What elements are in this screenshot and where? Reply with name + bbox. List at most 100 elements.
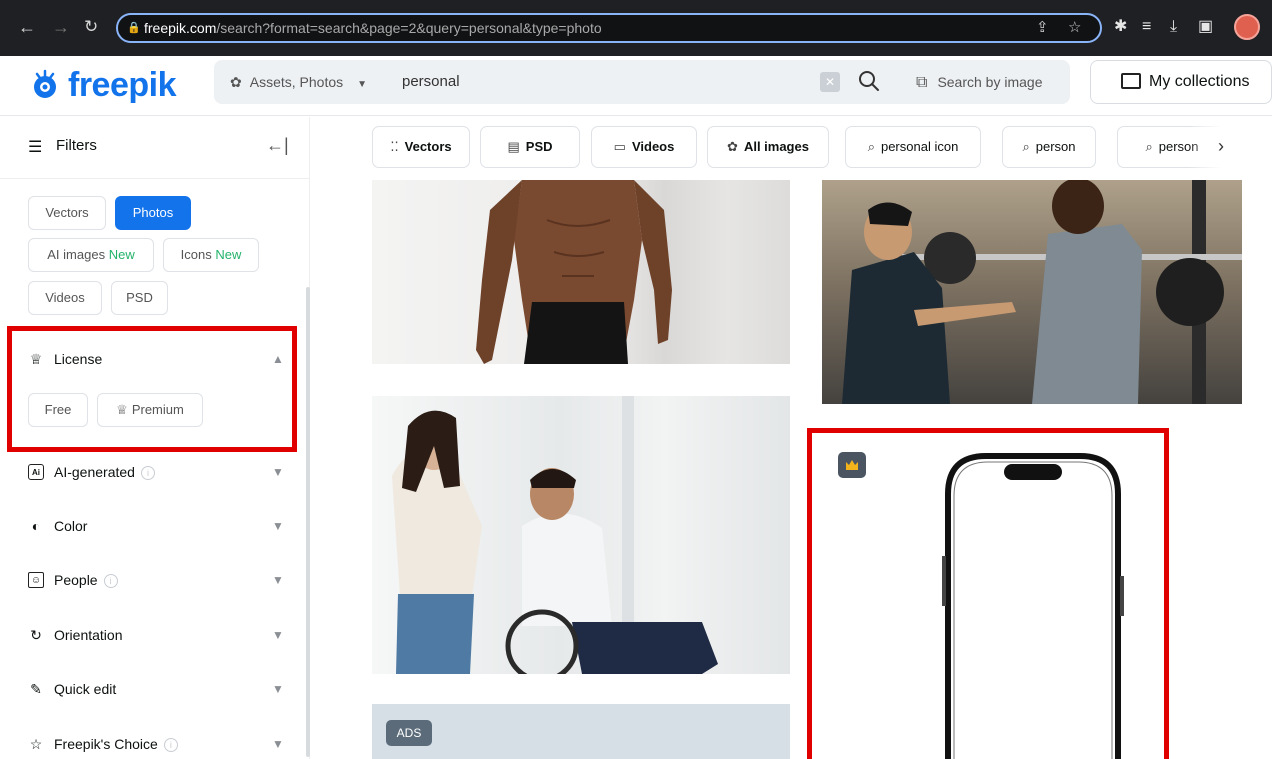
chevron-right-icon[interactable]: › (1218, 136, 1224, 157)
ai-generated-section[interactable]: Ai AI-generated i ▼ (28, 457, 288, 487)
ads-badge: ADS (386, 720, 432, 746)
phone-highlight-box (807, 428, 1169, 759)
freepik-logo[interactable]: freepik (28, 62, 177, 108)
chip-icons[interactable]: Icons New (163, 238, 259, 272)
search-icon[interactable] (856, 68, 882, 94)
search-by-image-button[interactable]: ⧉ Search by image (916, 60, 1043, 104)
my-collections-button[interactable]: My collections (1090, 60, 1272, 104)
sidebar-scrollbar[interactable] (306, 287, 310, 757)
orientation-label: Orientation (54, 627, 123, 643)
result-photo-wheelchair[interactable] (372, 396, 790, 674)
image-search-icon: ⧉ (916, 74, 928, 91)
my-collections-label: My collections (1149, 73, 1250, 90)
quick-edit-label: Quick edit (54, 681, 117, 697)
people-icon: ☺ (28, 572, 44, 588)
clear-search-icon[interactable]: ✕ (820, 72, 840, 92)
orientation-section[interactable]: ↻ Orientation ▼ (28, 620, 288, 650)
search-by-image-label: Search by image (937, 74, 1043, 90)
chip-psd[interactable]: PSD (111, 281, 168, 315)
palette-icon: ◐ (31, 518, 41, 534)
people-section[interactable]: ☺ People i ▼ (28, 565, 288, 595)
chevron-down-icon: ▼ (272, 465, 284, 479)
psd-icon: ▤ (507, 139, 520, 154)
ad-placeholder[interactable] (372, 704, 790, 759)
tag-personal-icon-label: personal icon (880, 139, 959, 154)
license-highlight-box (7, 326, 297, 452)
search-icon: ⌕ (1022, 139, 1030, 154)
chevron-down-icon: ▼ (272, 682, 284, 696)
tag-person[interactable]: ⌕ person (1002, 126, 1096, 168)
ai-icon: Ai (28, 464, 44, 480)
search-input[interactable]: personal (402, 60, 460, 104)
asset-type-select[interactable]: ✿ Assets, Photos ▼ (230, 60, 367, 104)
logo-text: freepik (68, 65, 177, 104)
info-icon[interactable]: i (103, 574, 118, 589)
back-icon[interactable]: ← (18, 14, 36, 40)
images-icon: ✿ (727, 139, 738, 154)
share-icon[interactable]: ⇪ (1036, 15, 1049, 41)
reload-icon[interactable]: ↻ (84, 14, 98, 40)
shirtless-man-illustration (476, 180, 672, 364)
download-icon[interactable]: ⤓ (1170, 15, 1177, 39)
browser-chrome: ← → ↻ 🔒 freepik.com/search?format=search… (0, 0, 1272, 56)
freepiks-choice-label: Freepik's Choice (54, 736, 158, 752)
chip-vectors[interactable]: Vectors (28, 196, 106, 230)
result-photo-shirtless-man[interactable] (372, 180, 790, 364)
extensions-icon[interactable]: ✱ (1114, 15, 1127, 39)
result-photo-gym-trainer[interactable] (822, 180, 1242, 404)
side-panel-icon[interactable]: ▣ (1198, 15, 1213, 39)
chip-videos[interactable]: Videos (28, 281, 102, 315)
tag-bar-fade (1188, 126, 1272, 168)
chip-ai-images-label: AI images (47, 247, 106, 262)
search-icon: ⌕ (867, 139, 875, 154)
chip-icons-label: Icons (180, 247, 212, 262)
info-icon[interactable]: i (163, 738, 178, 753)
ai-generated-label: AI-generated (54, 464, 135, 480)
chevron-down-icon: ▼ (272, 628, 284, 642)
tag-videos[interactable]: ▭ Videos (591, 126, 697, 168)
brush-icon: ✎ (30, 681, 42, 697)
tag-videos-label: Videos (631, 139, 675, 154)
color-section[interactable]: ◐ Color ▼ (28, 511, 288, 541)
new-badge: New (108, 247, 135, 262)
search-icon: ⌕ (1145, 139, 1153, 154)
tag-all-images[interactable]: ✿ All images (707, 126, 829, 168)
address-bar[interactable]: 🔒 freepik.com/search?format=search&page=… (116, 13, 1102, 43)
bookmark-star-icon[interactable]: ☆ (1068, 15, 1081, 41)
freepiks-choice-section[interactable]: ☆ Freepik's Choice i ▼ (28, 729, 288, 759)
chevron-down-icon: ▼ (272, 519, 284, 533)
site-header: freepik ✿ Assets, Photos ▼ personal ✕ ⧉ Sea… (0, 56, 1272, 116)
assets-icon: ✿ (230, 74, 242, 90)
forward-icon[interactable]: → (52, 14, 70, 40)
new-badge: New (215, 247, 242, 262)
info-icon[interactable]: i (140, 466, 155, 481)
url-domain: freepik.com (144, 20, 217, 36)
tag-personal-icon[interactable]: ⌕ personal icon (845, 126, 981, 168)
tag-psd[interactable]: ▤ PSD (480, 126, 580, 168)
quick-edit-section[interactable]: ✎ Quick edit ▼ (28, 674, 288, 704)
wheelchair-illustration (392, 396, 718, 674)
caret-down-icon: ▼ (357, 79, 368, 90)
gym-trainer-illustration (822, 180, 1242, 404)
rotate-icon: ↻ (30, 627, 42, 643)
tag-vectors[interactable]: ⁚⁚ Vectors (372, 126, 470, 168)
asset-type-label: Assets, Photos (249, 74, 344, 90)
profile-avatar[interactable] (1234, 14, 1260, 40)
chip-photos[interactable]: Photos (115, 196, 191, 230)
search-bar: ✿ Assets, Photos ▼ personal ✕ ⧉ Search by i… (214, 60, 1070, 104)
color-label: Color (54, 518, 88, 534)
vectors-icon: ⁚⁚ (390, 139, 399, 154)
filters-header: ☰ Filters ←| (0, 117, 310, 179)
tag-psd-label: PSD (525, 139, 553, 154)
reading-list-icon[interactable]: ≡ (1142, 15, 1151, 39)
video-icon: ▭ (613, 139, 626, 154)
collapse-sidebar-icon[interactable]: ←| (266, 135, 289, 156)
folder-icon (1121, 73, 1141, 89)
chevron-down-icon: ▼ (272, 737, 284, 751)
filters-title: Filters (56, 137, 97, 154)
lock-icon: 🔒 (127, 22, 141, 34)
chevron-down-icon: ▼ (272, 573, 284, 587)
url-path: /search?format=search&page=2&query=perso… (216, 20, 602, 36)
tag-all-images-label: All images (743, 139, 809, 154)
chip-ai-images[interactable]: AI images New (28, 238, 154, 272)
